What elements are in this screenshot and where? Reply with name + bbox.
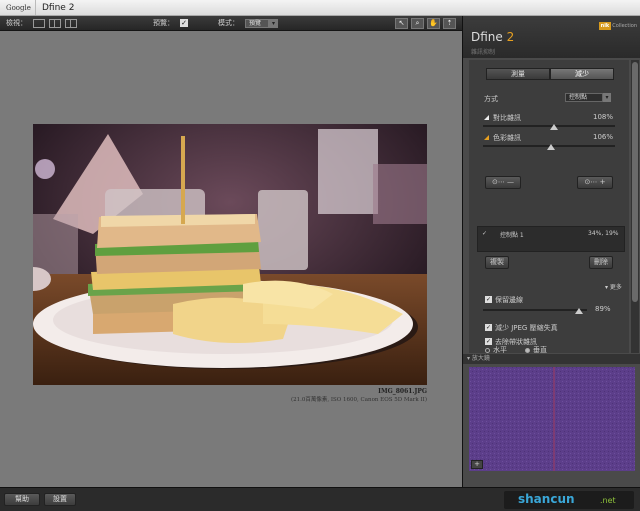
settings-button[interactable]: 設置: [44, 493, 76, 506]
method-label: 方式: [484, 95, 498, 103]
tab-reduce[interactable]: 減少: [550, 68, 614, 80]
chevron-down-icon[interactable]: ▾: [603, 93, 611, 102]
app-name: Dfine 2: [471, 30, 515, 44]
browser-tab-label[interactable]: Google: [0, 0, 36, 15]
loupe-view[interactable]: +: [469, 367, 635, 471]
mode-label: 模式：: [218, 19, 239, 27]
debanding-checkbox[interactable]: ✓: [485, 338, 492, 345]
contrast-noise-label: 對比雜訊: [493, 114, 521, 122]
method-select[interactable]: 控制點: [565, 93, 603, 102]
loupe-pin-icon[interactable]: ⇡: [443, 17, 456, 29]
hand-icon[interactable]: ✋: [427, 17, 440, 29]
remove-control-point-button[interactable]: ⊙⋯ —: [485, 176, 521, 189]
control-panel: Dfine 2 雜訊抑制 nik Collection 測量 減少 方式 控制點 …: [462, 16, 640, 487]
app-version: 2: [506, 30, 515, 44]
preserve-edges-slider[interactable]: [483, 309, 587, 311]
preserve-edges-value: 89%: [595, 305, 611, 313]
tab-measure[interactable]: 測量: [486, 68, 550, 80]
panel-body: 測量 減少 方式 控制點 ▾ 對比雜訊 108% 色彩雜訊 106% ⊙⋯ — …: [469, 60, 629, 354]
single-view-button[interactable]: [33, 18, 45, 28]
app-subtitle: 雜訊抑制: [471, 49, 496, 56]
chevron-down-icon[interactable]: ▾: [269, 18, 278, 28]
preserve-edges-checkbox[interactable]: ✓: [485, 296, 492, 303]
sandwich-photo-image: [33, 124, 427, 385]
add-control-point-button[interactable]: ⊙⋯ +: [577, 176, 613, 189]
mode-tabs: 測量 減少: [486, 68, 614, 80]
panel-scrollbar[interactable]: [631, 60, 639, 353]
copy-button[interactable]: 複製: [485, 256, 509, 269]
image-caption: IMG_8061.JPG (21.0百萬像素, ISO 1600, Canon …: [291, 388, 427, 403]
delete-button[interactable]: 刪除: [589, 256, 613, 269]
preserve-edges-slider-handle[interactable]: [575, 308, 583, 314]
vertical-radio[interactable]: [525, 348, 530, 353]
preview-checkbox[interactable]: ✓: [180, 19, 188, 27]
loupe-label: 放大鏡: [471, 355, 490, 362]
jpeg-artifact-label: 減少 JPEG 壓縮失真: [495, 324, 558, 332]
control-point-list: ✓ 控制點 1 34%, 19%: [477, 226, 625, 252]
contrast-noise-slider[interactable]: [483, 125, 615, 127]
scrollbar-thumb[interactable]: [632, 62, 638, 302]
help-button[interactable]: 幫助: [4, 493, 40, 506]
title-bar: Google Dfine 2: [0, 0, 640, 16]
preview-canvas[interactable]: IMG_8061.JPG (21.0百萬像素, ISO 1600, Canon …: [0, 31, 462, 487]
loupe-pin-button[interactable]: +: [471, 460, 483, 469]
panel-header: Dfine 2 雜訊抑制 nik Collection: [463, 16, 640, 58]
preview-label: 預覽：: [153, 19, 174, 27]
view-label: 檢視：: [6, 19, 27, 27]
side-by-side-view-button[interactable]: [65, 18, 77, 28]
horizontal-radio[interactable]: [485, 348, 490, 353]
nik-logo: nik Collection: [598, 22, 637, 30]
loupe-noise-image: [469, 367, 635, 471]
loupe-header[interactable]: ▾ 放大鏡: [463, 354, 640, 364]
color-noise-label: 色彩雜訊: [493, 134, 521, 142]
image-filename: IMG_8061.JPG: [378, 388, 427, 395]
contrast-noise-icon: [484, 115, 489, 120]
color-noise-icon: [484, 135, 489, 140]
window-title: Dfine 2: [42, 2, 75, 13]
contrast-noise-value: 108%: [593, 113, 614, 121]
image-info: (21.0百萬像素, ISO 1600, Canon EOS 5D Mark I…: [290, 397, 427, 403]
jpeg-artifact-checkbox[interactable]: ✓: [485, 324, 492, 331]
preview-photo[interactable]: [33, 124, 427, 385]
bottom-bar: 幫助 設置 shancun .net: [0, 487, 640, 511]
watermark-suffix: .net: [600, 496, 616, 505]
pointer-icon[interactable]: ↖: [395, 17, 408, 29]
mode-select[interactable]: 預覽: [245, 18, 269, 28]
preserve-edges-label: 保留邊線: [495, 296, 523, 304]
toolbar: 檢視： 預覽： ✓ 模式： 預覽 ▾ ↖ ⌕ ✋ ⇡: [0, 16, 462, 31]
zoom-icon[interactable]: ⌕: [411, 17, 424, 29]
color-noise-value: 106%: [593, 133, 614, 141]
watermark: shancun .net: [504, 491, 634, 509]
contrast-noise-slider-handle[interactable]: [550, 124, 558, 130]
color-noise-slider-handle[interactable]: [547, 144, 555, 150]
control-point-item[interactable]: 控制點 1: [500, 230, 524, 239]
split-view-button[interactable]: [49, 18, 61, 28]
control-point-values: 34%, 19%: [588, 230, 619, 237]
watermark-text: shancun: [518, 492, 575, 506]
check-icon: ✓: [482, 230, 488, 237]
more-toggle[interactable]: ▾ 更多: [605, 282, 622, 291]
